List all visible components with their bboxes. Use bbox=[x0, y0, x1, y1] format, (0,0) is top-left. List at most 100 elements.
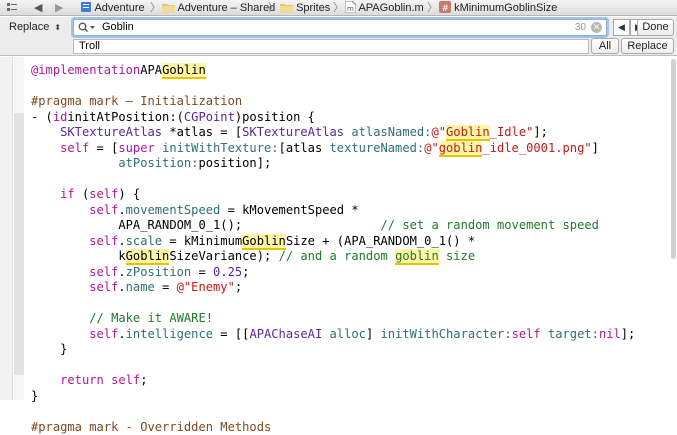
code-token: APAChaseAI bbox=[249, 327, 322, 341]
code-line[interactable]: - (idinitAtPosition:(CGPoint)position { bbox=[31, 110, 635, 126]
code-line[interactable]: @implementationAPAGoblin bbox=[31, 63, 635, 79]
code-token: )position { bbox=[235, 110, 315, 124]
objc-file-icon: m bbox=[345, 1, 356, 13]
code-line[interactable] bbox=[31, 79, 635, 95]
code-token: . bbox=[118, 327, 125, 341]
replace-field[interactable]: Troll bbox=[73, 39, 589, 54]
crumb-separator: 〉 bbox=[427, 0, 438, 16]
code-line[interactable] bbox=[31, 404, 635, 420]
folder-icon bbox=[162, 2, 175, 13]
code-token bbox=[31, 265, 89, 279]
code-token: self bbox=[89, 327, 118, 341]
code-token: id bbox=[53, 110, 68, 124]
svg-text:m: m bbox=[347, 5, 354, 13]
find-field[interactable]: Goblin 30 ✕ bbox=[73, 19, 607, 36]
source-editor[interactable]: @implementationAPAGoblin #pragma mark – … bbox=[0, 57, 677, 400]
search-match: goblin bbox=[439, 141, 483, 157]
line-gutter[interactable] bbox=[0, 57, 13, 400]
code-line[interactable]: self.zPosition = 0.25; bbox=[31, 265, 635, 281]
code-token: . bbox=[118, 265, 125, 279]
code-token: . bbox=[118, 203, 125, 217]
code-token: SizeVariance); bbox=[169, 249, 278, 263]
code-token bbox=[31, 311, 89, 325]
find-mode-label: Replace bbox=[9, 21, 49, 33]
done-button[interactable]: Done bbox=[637, 19, 674, 36]
code-token: ]; bbox=[533, 125, 548, 139]
code-line[interactable]: APA_RANDOM_0_1(); // set a random moveme… bbox=[31, 218, 635, 234]
code-token: . bbox=[118, 280, 125, 294]
code-line[interactable]: } bbox=[31, 342, 635, 358]
code-line[interactable]: return self; bbox=[31, 373, 635, 389]
code-line[interactable]: #pragma mark – Initialization bbox=[31, 94, 635, 110]
crumb-separator: 〉 bbox=[150, 0, 161, 16]
code-token: = kMovementSpeed * bbox=[220, 203, 358, 217]
crumb-group-sprites[interactable]: Sprites bbox=[280, 0, 330, 16]
code-token bbox=[31, 125, 60, 139]
code-token: APA bbox=[140, 63, 162, 77]
code-token: self bbox=[512, 327, 541, 341]
code-token: ; bbox=[235, 280, 242, 294]
previous-match-button[interactable]: ◀ bbox=[613, 19, 630, 36]
code-token bbox=[31, 327, 89, 341]
code-token: Size + (APA_RANDOM_0_1() * bbox=[286, 234, 475, 248]
code-token bbox=[104, 373, 111, 387]
code-line[interactable] bbox=[31, 172, 635, 188]
code-token: ]; bbox=[621, 327, 636, 341]
crumb-label: APAGoblin.m bbox=[358, 2, 423, 14]
code-token bbox=[31, 156, 118, 170]
crumb-symbol[interactable]: # kMinimumGoblinSize bbox=[439, 0, 557, 16]
code-token: 0.25 bbox=[213, 265, 242, 279]
code-line[interactable] bbox=[31, 358, 635, 374]
code-line[interactable]: self = [super initWithTexture:[atlas tex… bbox=[31, 141, 635, 157]
code-token: ; bbox=[140, 373, 147, 387]
search-match: Goblin bbox=[126, 249, 170, 265]
code-token: name bbox=[126, 280, 155, 294]
crumb-label: Sprites bbox=[296, 2, 330, 14]
code-token bbox=[31, 373, 60, 387]
code-token: *atlas = [ bbox=[162, 125, 242, 139]
code-token: } bbox=[31, 342, 67, 356]
code-token: _Idle" bbox=[490, 125, 534, 139]
code-line[interactable]: self.intelligence = [[APAChaseAI alloc] … bbox=[31, 327, 635, 343]
code-line[interactable]: #pragma mark - Overridden Methods bbox=[31, 420, 635, 435]
code-line[interactable]: self.name = @"Enemy"; bbox=[31, 280, 635, 296]
svg-text:#: # bbox=[442, 4, 450, 13]
clear-icon[interactable]: ✕ bbox=[591, 22, 602, 33]
code-token bbox=[31, 141, 60, 155]
code-token: = bbox=[155, 280, 177, 294]
jump-bar: ◀ ▶ Adventure 〉 Adventure – Shared 〉 Spr… bbox=[0, 0, 677, 16]
code-token: = [ bbox=[89, 141, 118, 155]
vertical-scrollbar[interactable] bbox=[671, 59, 676, 259]
code-line[interactable] bbox=[31, 296, 635, 312]
code-token bbox=[31, 203, 89, 217]
code-line[interactable]: atPosition:position]; bbox=[31, 156, 635, 172]
replace-button[interactable]: Replace bbox=[621, 38, 674, 54]
fold-region[interactable] bbox=[14, 113, 24, 375]
code-line[interactable]: self.scale = kMinimumGoblinSize + (APA_R… bbox=[31, 234, 635, 250]
crumb-file[interactable]: m APAGoblin.m bbox=[345, 0, 424, 16]
code-line[interactable]: } bbox=[31, 389, 635, 405]
forward-arrow-icon[interactable]: ▶ bbox=[55, 0, 63, 16]
code-line[interactable]: // Make it AWARE! bbox=[31, 311, 635, 327]
code-token: = kMinimum bbox=[162, 234, 242, 248]
code-token: // and a random bbox=[279, 249, 396, 263]
back-arrow-icon[interactable]: ◀ bbox=[34, 0, 42, 16]
project-icon bbox=[80, 1, 92, 13]
code-line[interactable]: kGoblinSizeVariance); // and a random go… bbox=[31, 249, 635, 265]
code-token bbox=[31, 280, 89, 294]
crumb-group-shared[interactable]: Adventure – Shared bbox=[162, 0, 275, 16]
find-mode-popup[interactable]: Replace ⬍ bbox=[9, 21, 61, 33]
code-line[interactable]: if (self) { bbox=[31, 187, 635, 203]
code-line[interactable]: SKTextureAtlas *atlas = [SKTextureAtlas … bbox=[31, 125, 635, 141]
code-text[interactable]: @implementationAPAGoblin #pragma mark – … bbox=[31, 63, 635, 435]
find-replace-bar: Replace ⬍ Goblin 30 ✕ ◀ ▶ Done Troll All… bbox=[0, 17, 677, 56]
search-icon[interactable] bbox=[78, 22, 96, 33]
related-items-icon[interactable] bbox=[6, 0, 18, 16]
code-line[interactable]: self.movementSpeed = kMovementSpeed * bbox=[31, 203, 635, 219]
code-token: k bbox=[31, 249, 126, 263]
replace-all-button[interactable]: All bbox=[591, 38, 619, 54]
code-token: alloc bbox=[330, 327, 366, 341]
code-token: movementSpeed bbox=[126, 203, 221, 217]
macro-hash-icon: # bbox=[439, 1, 451, 13]
crumb-project[interactable]: Adventure bbox=[80, 0, 145, 16]
